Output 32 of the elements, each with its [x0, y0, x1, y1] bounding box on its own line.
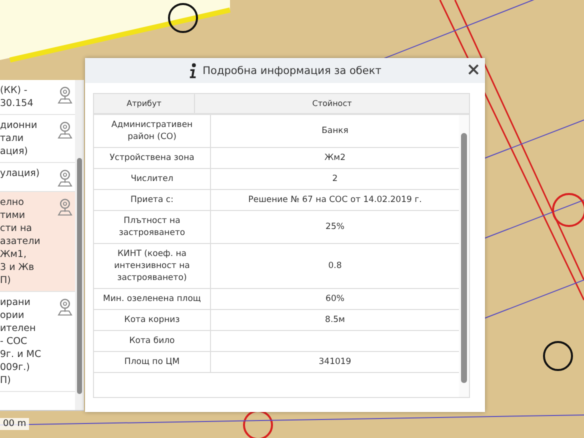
- column-header: Атрибут: [94, 94, 195, 113]
- value-cell-text: 25%: [324, 221, 346, 234]
- scrollbar[interactable]: [75, 80, 84, 410]
- value-cell-text: 341019: [318, 356, 352, 369]
- scale-label: 00 m: [0, 418, 30, 430]
- info-icon: [188, 62, 197, 78]
- value-cell-text: Решение № 67 на СОС от 14.02.2019 г.: [247, 194, 423, 207]
- attribute-cell: Устройствена зона: [94, 148, 211, 168]
- attribute-cell: Кота било: [94, 331, 211, 351]
- map-pin-icon[interactable]: [57, 86, 73, 104]
- attribute-cell: Мин. озеленена площ: [94, 289, 211, 309]
- attribute-cell: Административен район (СО): [94, 115, 211, 147]
- attribute-cell: Числител: [94, 169, 211, 189]
- value-cell-text: 2: [331, 173, 339, 186]
- value-cell-text: Банкя: [320, 125, 350, 138]
- map-pin-icon[interactable]: [57, 298, 73, 316]
- map-pin-icon[interactable]: [57, 169, 73, 187]
- value-cell-text: Жм2: [324, 152, 346, 165]
- map-pin-icon[interactable]: [57, 121, 73, 139]
- attribute-cell: КИНТ (коеф. на интензивност на застрояването): [94, 244, 211, 288]
- attribute-cell: Кота корниз: [94, 310, 211, 330]
- map-pin-icon[interactable]: [57, 198, 73, 216]
- dialog-title: Подробна информация за обект: [202, 64, 382, 76]
- attribute-cell: Плътност на застрояването: [94, 211, 211, 243]
- column-header: Стойност: [311, 98, 353, 110]
- attribute-cell: Площ по ЦМ: [94, 352, 211, 372]
- layer-item[interactable]: елно тими сти на азатели Жм1, 3 и Жв П): [0, 192, 75, 292]
- value-cell-text: 60%: [324, 293, 346, 306]
- value-cell-text: 0.8: [327, 260, 343, 273]
- attribute-cell: Приета с:: [94, 190, 211, 210]
- scrollbar[interactable]: [459, 115, 469, 397]
- value-cell-text: 8.5м: [324, 314, 346, 327]
